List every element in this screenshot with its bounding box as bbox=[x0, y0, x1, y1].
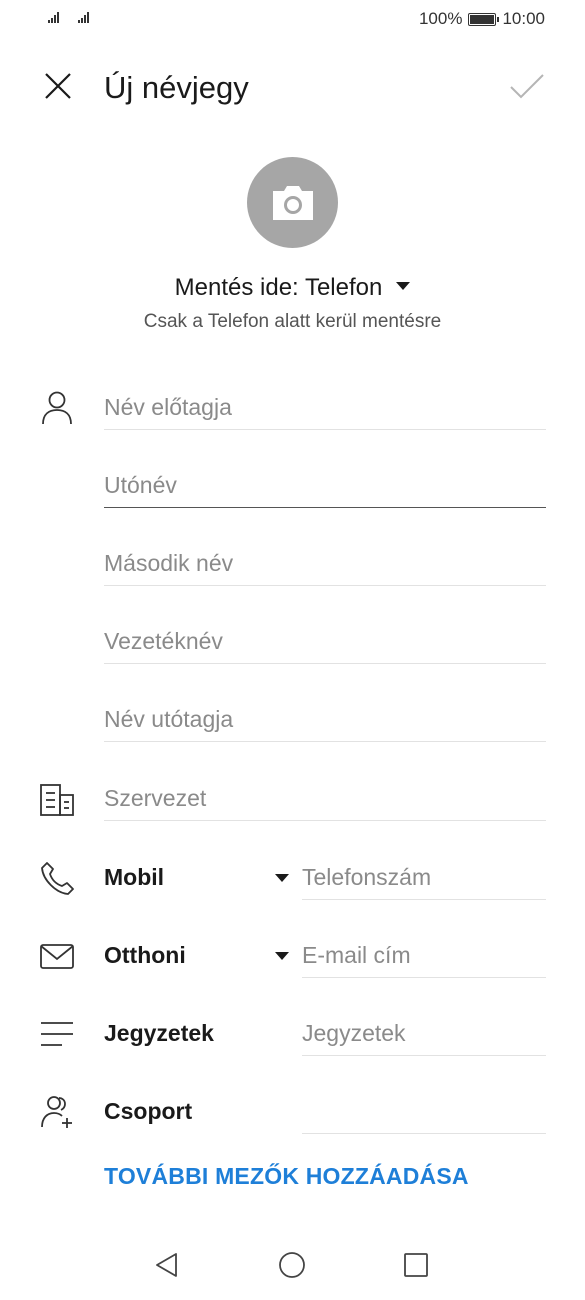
save-location-note: Csak a Telefon alatt kerül mentésre bbox=[143, 311, 442, 332]
group-field[interactable] bbox=[302, 1094, 546, 1134]
save-location-selector[interactable]: Mentés ide: Telefon bbox=[0, 274, 585, 302]
close-icon bbox=[45, 73, 71, 99]
page-title: Új névjegy bbox=[104, 70, 249, 105]
name-prefix-field[interactable]: Név előtagja bbox=[104, 390, 546, 430]
group-label: Csoport bbox=[104, 1098, 193, 1124]
email-type-dropdown-icon[interactable] bbox=[275, 952, 289, 960]
notes-label: Jegyzetek bbox=[104, 1020, 214, 1046]
recents-square-icon[interactable] bbox=[401, 1250, 431, 1280]
battery-icon bbox=[468, 12, 500, 26]
notes-icon bbox=[41, 1022, 73, 1046]
phone-icon bbox=[41, 862, 74, 895]
add-photo-button[interactable] bbox=[247, 157, 338, 248]
middle-name-field[interactable]: Második név bbox=[104, 546, 546, 586]
camera-icon bbox=[272, 185, 313, 220]
phone-type-dropdown-icon[interactable] bbox=[275, 874, 289, 882]
signal-icon bbox=[48, 12, 59, 23]
name-suffix-field[interactable]: Név utótagja bbox=[104, 702, 546, 742]
navigation-bar bbox=[0, 1240, 585, 1290]
home-circle-icon[interactable] bbox=[277, 1250, 307, 1280]
organization-icon bbox=[40, 784, 74, 816]
email-field[interactable]: E-mail cím bbox=[302, 938, 546, 978]
save-button[interactable] bbox=[507, 66, 547, 106]
first-name-field[interactable]: Utónév bbox=[104, 468, 546, 508]
notes-field[interactable]: Jegyzetek bbox=[302, 1016, 546, 1056]
organization-field[interactable]: Szervezet bbox=[104, 781, 546, 821]
email-icon bbox=[40, 944, 74, 969]
person-icon bbox=[42, 391, 72, 425]
close-button[interactable] bbox=[40, 68, 76, 104]
group-add-icon bbox=[41, 1096, 72, 1128]
status-bar: 100% 10:00 bbox=[0, 0, 585, 40]
phone-type-label[interactable]: Mobil bbox=[104, 860, 164, 894]
add-more-fields-button[interactable]: TOVÁBBI MEZŐK HOZZÁADÁSA bbox=[104, 1163, 469, 1190]
back-triangle-icon[interactable] bbox=[152, 1250, 182, 1280]
signal-icon-2 bbox=[78, 12, 89, 23]
save-location-label: Mentés ide: Telefon bbox=[174, 274, 383, 301]
email-type-label[interactable]: Otthoni bbox=[104, 938, 186, 972]
last-name-field[interactable]: Vezetéknév bbox=[104, 624, 546, 664]
check-icon bbox=[510, 74, 544, 99]
battery-percent: 100% bbox=[418, 9, 463, 28]
clock: 10:00 bbox=[502, 9, 545, 28]
chevron-down-icon bbox=[396, 281, 411, 290]
phone-number-field[interactable]: Telefonszám bbox=[302, 860, 546, 900]
